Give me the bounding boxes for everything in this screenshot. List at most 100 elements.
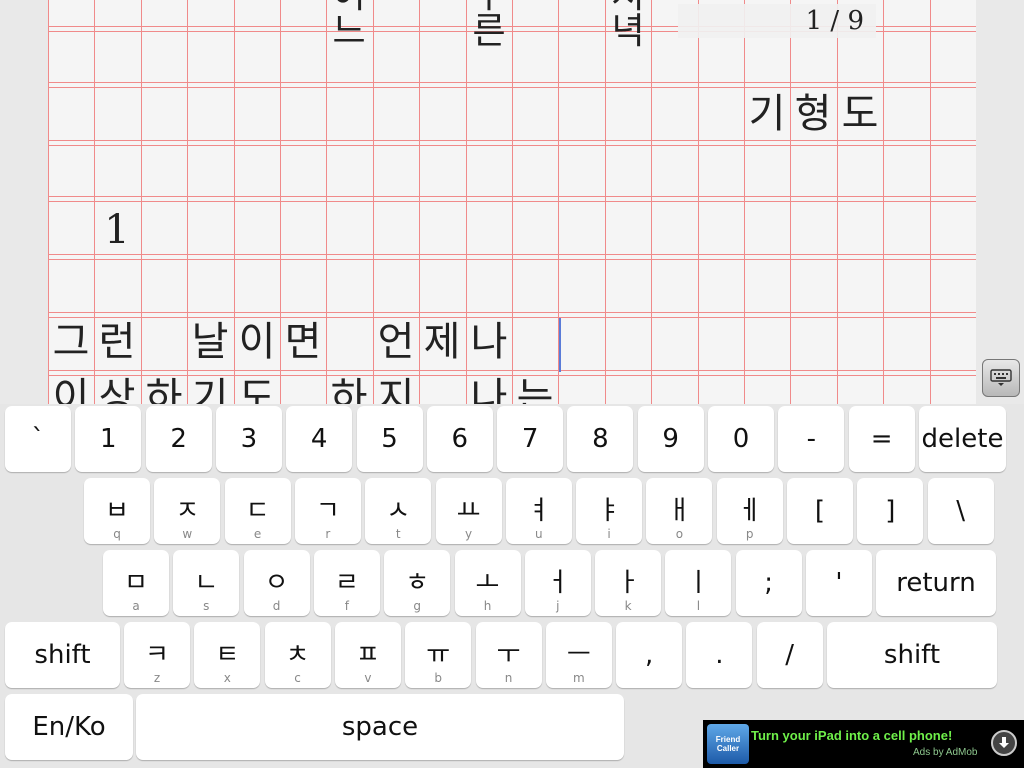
key-digit[interactable]: 7: [497, 406, 564, 472]
keyboard-key[interactable]: ㄷe: [224, 478, 291, 544]
grid-horizontal-line: [48, 370, 976, 371]
manuscript-character: 기: [191, 375, 229, 404]
keyboard-key[interactable]: ㄱr: [294, 478, 361, 544]
key-label: ㅓ: [545, 568, 570, 598]
keyboard-key[interactable]: ㅠb: [405, 622, 472, 688]
key-latin-hint: x: [223, 671, 231, 685]
keyboard-key[interactable]: [: [787, 478, 853, 544]
shift-key-right[interactable]: shift: [827, 622, 997, 688]
keyboard-key[interactable]: ㅑi: [576, 478, 643, 544]
key-label: ㅗ: [475, 568, 500, 598]
key-digit[interactable]: =: [848, 406, 915, 472]
keyboard-key[interactable]: ㅎg: [384, 550, 451, 616]
keyboard-key[interactable]: ㅍv: [334, 622, 401, 688]
grid-vertical-line: [651, 0, 652, 404]
key-latin-hint: v: [364, 671, 372, 685]
grid-horizontal-line: [48, 140, 976, 141]
keyboard-key[interactable]: ㄴs: [173, 550, 240, 616]
keyboard-key[interactable]: ㅕu: [505, 478, 572, 544]
manuscript-character: 나: [470, 319, 508, 365]
shift-key-left[interactable]: shift: [5, 622, 120, 688]
manuscript-character: 런: [98, 319, 136, 365]
keyboard-key[interactable]: .: [686, 622, 753, 688]
keyboard-key[interactable]: ㄹf: [313, 550, 380, 616]
keyboard-key[interactable]: ': [806, 550, 872, 616]
key-digit[interactable]: 8: [567, 406, 634, 472]
keyboard-key[interactable]: ;: [735, 550, 802, 616]
keyboard-key[interactable]: \: [927, 478, 994, 544]
key-latin-hint: p: [745, 527, 754, 541]
grid-horizontal-line: [48, 87, 976, 88]
keyboard-key[interactable]: ㅌx: [194, 622, 261, 688]
language-switch-key[interactable]: En/Ko: [5, 694, 133, 760]
keyboard-key[interactable]: ㅐo: [646, 478, 713, 544]
key-latin-hint: h: [483, 599, 492, 613]
keyboard-key[interactable]: ㅏk: [595, 550, 662, 616]
ad-attribution: Ads by AdMob: [913, 747, 978, 758]
grid-horizontal-line: [48, 82, 976, 83]
keyboard-key[interactable]: ㅅt: [365, 478, 432, 544]
key-digit[interactable]: 1: [75, 406, 142, 472]
key-latin-hint: k: [624, 599, 632, 613]
keyboard-key[interactable]: ㅗh: [454, 550, 521, 616]
space-key[interactable]: space: [136, 694, 624, 760]
keyboard-key[interactable]: ㅁa: [103, 550, 169, 616]
key-latin-hint: g: [413, 599, 421, 613]
keyboard-key[interactable]: /: [756, 622, 823, 688]
key-digit[interactable]: 9: [637, 406, 704, 472]
manuscript-character: 는: [516, 375, 554, 404]
keyboard-hide-button[interactable]: [982, 359, 1020, 397]
key-digit[interactable]: 3: [215, 406, 282, 472]
keyboard-key[interactable]: ㅊc: [264, 622, 331, 688]
key-digit[interactable]: 6: [426, 406, 493, 472]
key-digit[interactable]: 5: [356, 406, 423, 472]
keyboard-key[interactable]: ㅇd: [243, 550, 310, 616]
manuscript-character: 도: [238, 375, 276, 404]
key-label: 5: [381, 424, 398, 454]
manuscript-character: 저녁: [611, 0, 645, 52]
ad-banner[interactable]: Friend Caller Turn your iPad into a cell…: [703, 720, 1024, 768]
grid-vertical-line: [512, 0, 513, 404]
key-label: 3: [240, 424, 258, 454]
key-digit[interactable]: 2: [145, 406, 212, 472]
keyboard-key[interactable]: ㅣl: [665, 550, 732, 616]
key-label: `: [31, 424, 45, 454]
keyboard-key[interactable]: ㅂq: [84, 478, 150, 544]
key-label: /: [785, 640, 795, 670]
text-cursor: [559, 318, 561, 372]
key-latin-hint: e: [253, 527, 262, 541]
key-digit[interactable]: 0: [708, 406, 774, 472]
keyboard-key[interactable]: ㅡm: [545, 622, 612, 688]
key-label: ]: [885, 496, 896, 526]
keyboard-key[interactable]: ㅓj: [524, 550, 591, 616]
key-label: .: [715, 640, 724, 670]
key-label: 7: [521, 424, 539, 454]
delete-key[interactable]: delete: [919, 406, 1006, 472]
manuscript-character: 이: [52, 375, 90, 404]
key-label: ;: [764, 568, 774, 598]
key-backtick[interactable]: `: [5, 406, 71, 472]
keyboard-key[interactable]: ㅈw: [154, 478, 221, 544]
grid-vertical-line: [605, 0, 606, 404]
manuscript-character: 지: [377, 375, 415, 404]
key-label: ㅠ: [426, 640, 451, 670]
keyboard-key[interactable]: ㅛy: [435, 478, 502, 544]
keyboard-key[interactable]: ㅜn: [475, 622, 542, 688]
key-digit[interactable]: -: [778, 406, 845, 472]
ad-logo-line2: Caller: [716, 744, 740, 753]
ad-download-button[interactable]: [991, 730, 1017, 756]
key-label: 8: [592, 424, 609, 454]
key-digit[interactable]: 4: [286, 406, 353, 472]
key-label: ㄱ: [315, 496, 340, 526]
key-label: 0: [732, 424, 750, 454]
return-key[interactable]: return: [876, 550, 996, 616]
manuscript-paper[interactable]: 어느푸른저녁기형도1그런날이면언제나이상하기도하지나는 1 / 9: [48, 0, 976, 404]
key-latin-hint: i: [607, 527, 611, 541]
manuscript-character: 언: [377, 319, 415, 365]
keyboard-key[interactable]: ]: [857, 478, 924, 544]
key-label: ㅅ: [386, 496, 411, 526]
keyboard-key[interactable]: ,: [616, 622, 683, 688]
key-label: \: [956, 496, 965, 526]
keyboard-key[interactable]: ㅋz: [124, 622, 190, 688]
keyboard-key[interactable]: ㅔp: [716, 478, 783, 544]
